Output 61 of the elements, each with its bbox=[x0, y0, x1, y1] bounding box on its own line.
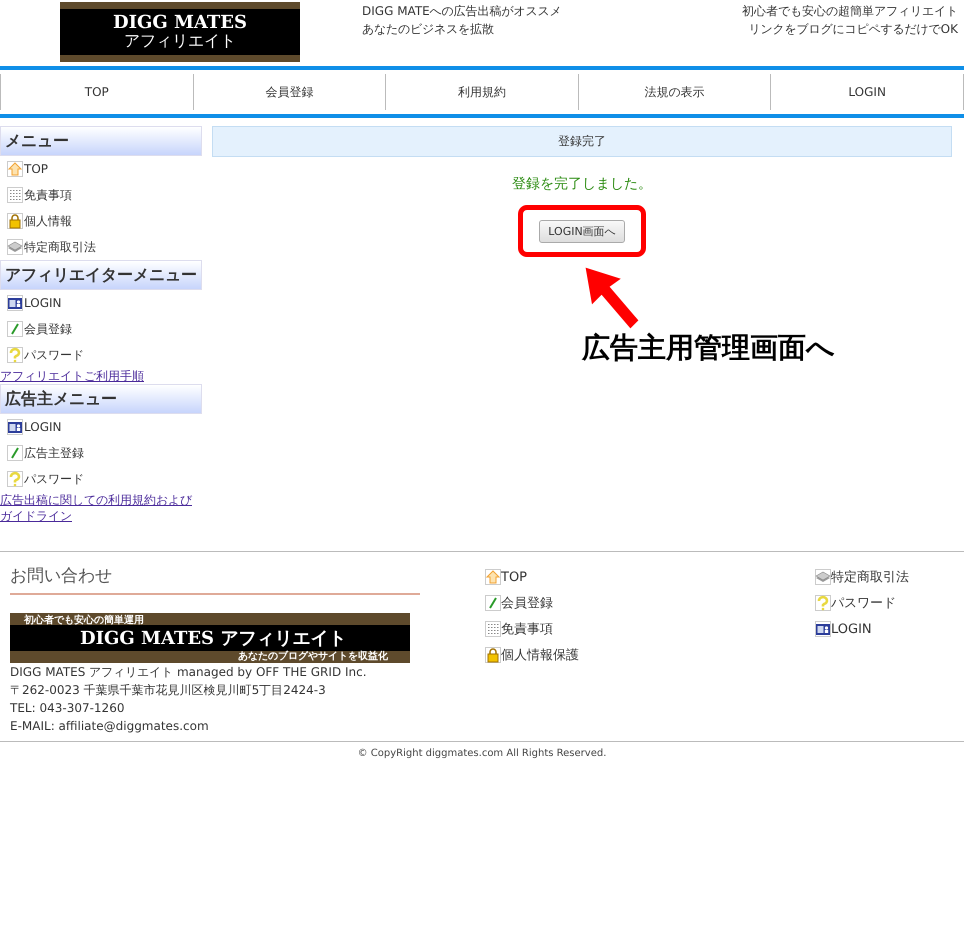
nav-link[interactable]: 会員登録 bbox=[192, 74, 386, 110]
site-logo[interactable]: DIGG MATES アフィリエイト bbox=[60, 2, 300, 62]
login-button[interactable]: LOGIN画面へ bbox=[539, 220, 625, 242]
guide-link[interactable]: アフィリエイトご利用手順 bbox=[0, 368, 202, 384]
pencil-icon bbox=[7, 321, 23, 337]
footer-link[interactable]: 個人情報保護 bbox=[485, 642, 815, 668]
sidebar-item[interactable]: LOGIN bbox=[0, 290, 202, 316]
annotation-text: 広告主用管理画面へ bbox=[582, 330, 835, 366]
sidebar-item[interactable]: TOP bbox=[0, 156, 202, 182]
copyright-text: © CopyRight diggmates.com All Rights Reserved. bbox=[0, 741, 964, 765]
footer-link[interactable]: LOGIN bbox=[815, 616, 909, 642]
pencil-icon bbox=[485, 595, 501, 611]
section-heading: 登録完了 bbox=[212, 126, 952, 157]
footer-link[interactable]: 会員登録 bbox=[485, 590, 815, 616]
contact-heading: お問い合わせ bbox=[10, 564, 420, 595]
dotted-grid-icon bbox=[7, 187, 23, 203]
tagline-text: 初心者でも安心の超簡単アフィリエイト bbox=[742, 3, 958, 20]
nav-link[interactable]: 利用規約 bbox=[385, 74, 578, 110]
sidebar-item[interactable]: LOGIN bbox=[0, 414, 202, 440]
arrow-icon bbox=[584, 266, 640, 330]
sidebar-item[interactable]: パスワード bbox=[0, 342, 202, 368]
sidebar-item[interactable]: 会員登録 bbox=[0, 316, 202, 342]
footer-link[interactable]: パスワード bbox=[815, 590, 909, 616]
footer-link[interactable]: 特定商取引法 bbox=[815, 564, 909, 590]
footer-link[interactable]: TOP bbox=[485, 564, 815, 590]
padlock-icon bbox=[485, 647, 501, 663]
house-icon bbox=[7, 161, 23, 177]
nav-link[interactable]: LOGIN bbox=[770, 74, 964, 110]
footer-link[interactable]: 免責事項 bbox=[485, 616, 815, 642]
address-line: E-MAIL: affiliate@diggmates.com bbox=[10, 718, 210, 735]
tagline-text: リンクをブログにコピペするだけでOK bbox=[748, 21, 958, 38]
id-card-icon bbox=[7, 295, 23, 311]
success-message: 登録を完了しました。 bbox=[511, 175, 653, 193]
stacked-layers-icon bbox=[7, 239, 23, 255]
sidebar-heading: アフィリエイターメニュー bbox=[0, 260, 202, 290]
stacked-layers-icon bbox=[815, 569, 831, 585]
guide-link[interactable]: 広告出稿に関しての利用規約およびガイドライン bbox=[0, 492, 202, 524]
footer-banner: 初心者でも安心の簡単運用 DIGG MATES アフィリエイト あなたのブログやサイトを収益化 bbox=[10, 613, 410, 663]
nav-link[interactable]: TOP bbox=[0, 74, 193, 110]
nav-link[interactable]: 法規の表示 bbox=[578, 74, 770, 110]
sidebar-item[interactable]: 免責事項 bbox=[0, 182, 202, 208]
id-card-icon bbox=[815, 621, 831, 637]
sidebar-item[interactable]: 個人情報 bbox=[0, 208, 202, 234]
sidebar-heading: 広告主メニュー bbox=[0, 384, 202, 414]
id-card-icon bbox=[7, 419, 23, 435]
pencil-icon bbox=[7, 445, 23, 461]
question-mark-icon bbox=[7, 471, 23, 487]
dotted-grid-icon bbox=[485, 621, 501, 637]
address-line: 〒262-0023 千葉県千葉市花見川区検見川町5丁目2424-3 bbox=[10, 682, 327, 699]
sidebar-item[interactable]: 広告主登録 bbox=[0, 440, 202, 466]
padlock-icon bbox=[7, 213, 23, 229]
question-mark-icon bbox=[7, 347, 23, 363]
address-line: DIGG MATES アフィリエイト managed by OFF THE GRID Inc. bbox=[10, 664, 368, 681]
tagline-text: DIGG MATEへの広告出稿がオススメ bbox=[362, 3, 562, 20]
tagline-text: あなたのビジネスを拡散 bbox=[362, 21, 495, 38]
house-icon bbox=[485, 569, 501, 585]
sidebar-heading: メニュー bbox=[0, 126, 202, 156]
sidebar-item[interactable]: パスワード bbox=[0, 466, 202, 492]
address-line: TEL: 043-307-1260 bbox=[10, 700, 126, 717]
sidebar-item[interactable]: 特定商取引法 bbox=[0, 234, 202, 260]
question-mark-icon bbox=[815, 595, 831, 611]
